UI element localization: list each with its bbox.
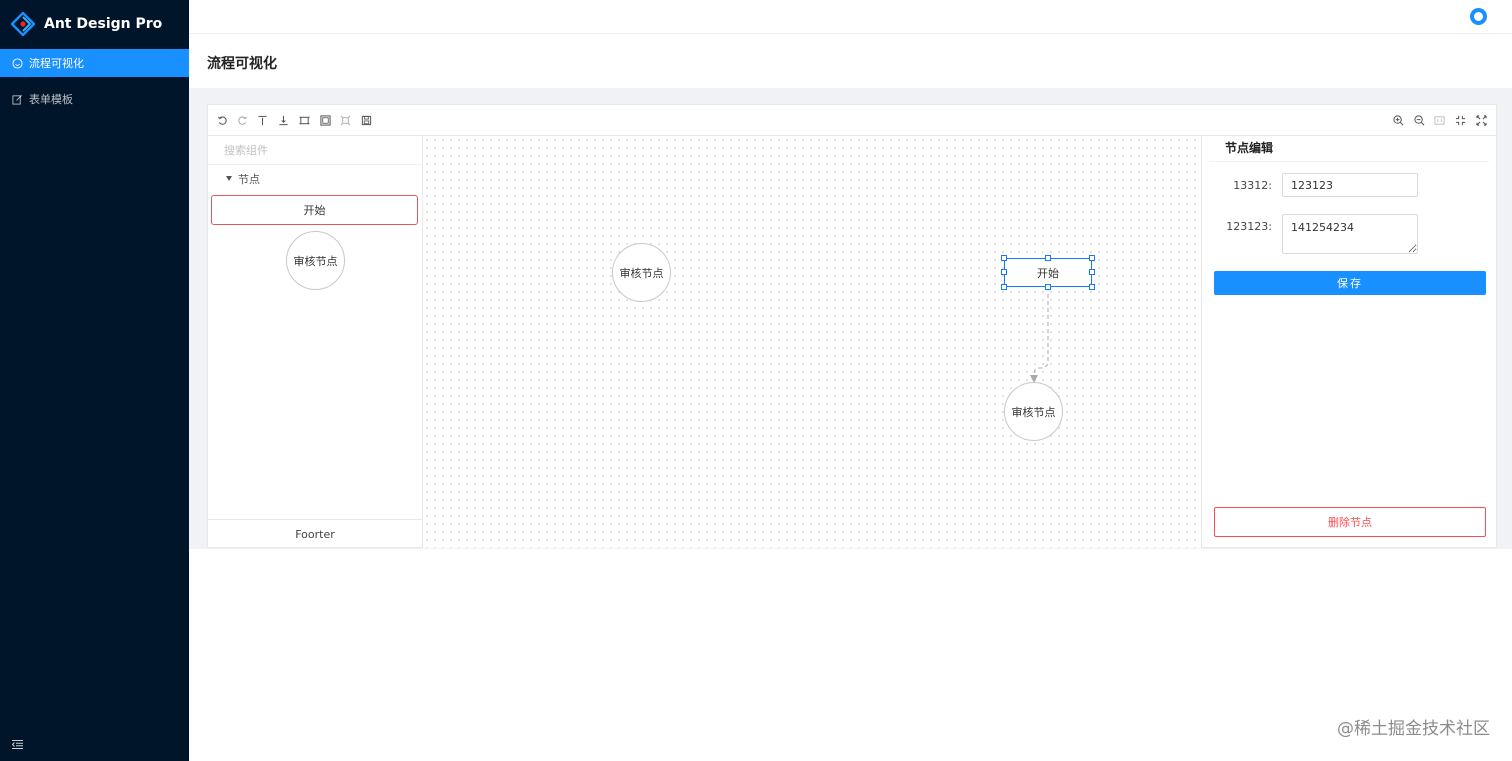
node-group-label: 节点 bbox=[238, 172, 260, 186]
delete-node-button[interactable]: 删除节点 bbox=[1214, 507, 1486, 537]
resize-handle[interactable] bbox=[1001, 284, 1007, 290]
canvas-audit-node[interactable]: 审核节点 bbox=[612, 243, 671, 302]
align-top-icon[interactable] bbox=[256, 114, 268, 126]
node-group-header[interactable]: 节点 bbox=[208, 165, 422, 192]
page-header: 流程可视化 bbox=[189, 35, 1512, 88]
editor-toolbar bbox=[208, 105, 1496, 136]
resize-handle[interactable] bbox=[1089, 255, 1095, 261]
redo-icon[interactable] bbox=[236, 114, 248, 126]
field-13312-input[interactable] bbox=[1282, 173, 1418, 197]
smile-icon bbox=[12, 57, 23, 69]
resize-handle[interactable] bbox=[1089, 269, 1095, 275]
watermark: @稀土掘金技术社区 bbox=[1337, 719, 1490, 739]
user-avatar[interactable] bbox=[1470, 8, 1487, 25]
undo-icon[interactable] bbox=[216, 114, 228, 126]
field-123123-textarea[interactable]: 141254234 bbox=[1282, 214, 1418, 254]
sidebar: Ant Design Pro 流程可视化 表单模板 bbox=[0, 0, 189, 761]
flow-editor: 节点 开始 审核节点 Foorter 审核节点 开始 审核节点 bbox=[207, 104, 1497, 548]
group-icon[interactable] bbox=[319, 114, 331, 126]
sidebar-item-form-template[interactable]: 表单模板 bbox=[0, 85, 189, 113]
save-button[interactable]: 保存 bbox=[1214, 271, 1486, 295]
palette-search-row bbox=[208, 136, 422, 165]
align-bottom-icon[interactable] bbox=[277, 114, 289, 126]
canvas-start-node[interactable]: 开始 bbox=[1001, 255, 1095, 290]
palette-audit-node[interactable]: 审核节点 bbox=[286, 231, 345, 290]
logo-title: Ant Design Pro bbox=[44, 16, 163, 32]
resize-handle[interactable] bbox=[1089, 284, 1095, 290]
logo[interactable]: Ant Design Pro bbox=[0, 0, 189, 48]
field-label: 123123: bbox=[1226, 220, 1272, 233]
node-edit-panel: 节点编辑 13312: 123123: 141254234 保存 删除节点 bbox=[1201, 136, 1497, 548]
edit-icon bbox=[12, 94, 23, 105]
palette-footer: Foorter bbox=[208, 519, 422, 548]
ant-design-logo-icon bbox=[11, 12, 35, 36]
save-icon[interactable] bbox=[360, 114, 372, 126]
palette-start-node[interactable]: 开始 bbox=[211, 195, 418, 225]
fit-view-icon[interactable] bbox=[298, 114, 310, 126]
ungroup-icon[interactable] bbox=[339, 114, 351, 126]
resize-handle[interactable] bbox=[1045, 255, 1051, 261]
resize-handle[interactable] bbox=[1045, 284, 1051, 290]
compress-icon[interactable] bbox=[1454, 114, 1466, 126]
divider bbox=[1210, 161, 1489, 162]
sidebar-item-flow-visualization[interactable]: 流程可视化 bbox=[0, 49, 189, 77]
canvas-start-node-label: 开始 bbox=[1037, 266, 1059, 280]
sidebar-item-label: 流程可视化 bbox=[29, 57, 84, 70]
fullscreen-icon[interactable] bbox=[1475, 114, 1487, 126]
page-title: 流程可视化 bbox=[207, 56, 277, 72]
actual-size-icon[interactable] bbox=[1433, 114, 1445, 126]
top-header bbox=[189, 0, 1512, 34]
field-label: 13312: bbox=[1233, 179, 1272, 192]
flow-canvas[interactable]: 审核节点 开始 审核节点 bbox=[423, 136, 1201, 548]
resize-handle[interactable] bbox=[1001, 255, 1007, 261]
node-palette: 节点 开始 审核节点 Foorter bbox=[208, 136, 423, 548]
resize-handle[interactable] bbox=[1001, 269, 1007, 275]
flow-edge bbox=[1030, 287, 1049, 383]
caret-down-icon bbox=[226, 176, 232, 181]
canvas-audit-node[interactable]: 审核节点 bbox=[1004, 382, 1063, 441]
menu-fold-icon[interactable] bbox=[12, 740, 23, 749]
component-search-input[interactable] bbox=[224, 143, 404, 157]
sidebar-item-label: 表单模板 bbox=[29, 93, 73, 106]
edge-layer bbox=[1030, 287, 1049, 383]
zoom-in-icon[interactable] bbox=[1392, 114, 1404, 126]
panel-title: 节点编辑 bbox=[1225, 141, 1274, 155]
zoom-out-icon[interactable] bbox=[1413, 114, 1425, 126]
